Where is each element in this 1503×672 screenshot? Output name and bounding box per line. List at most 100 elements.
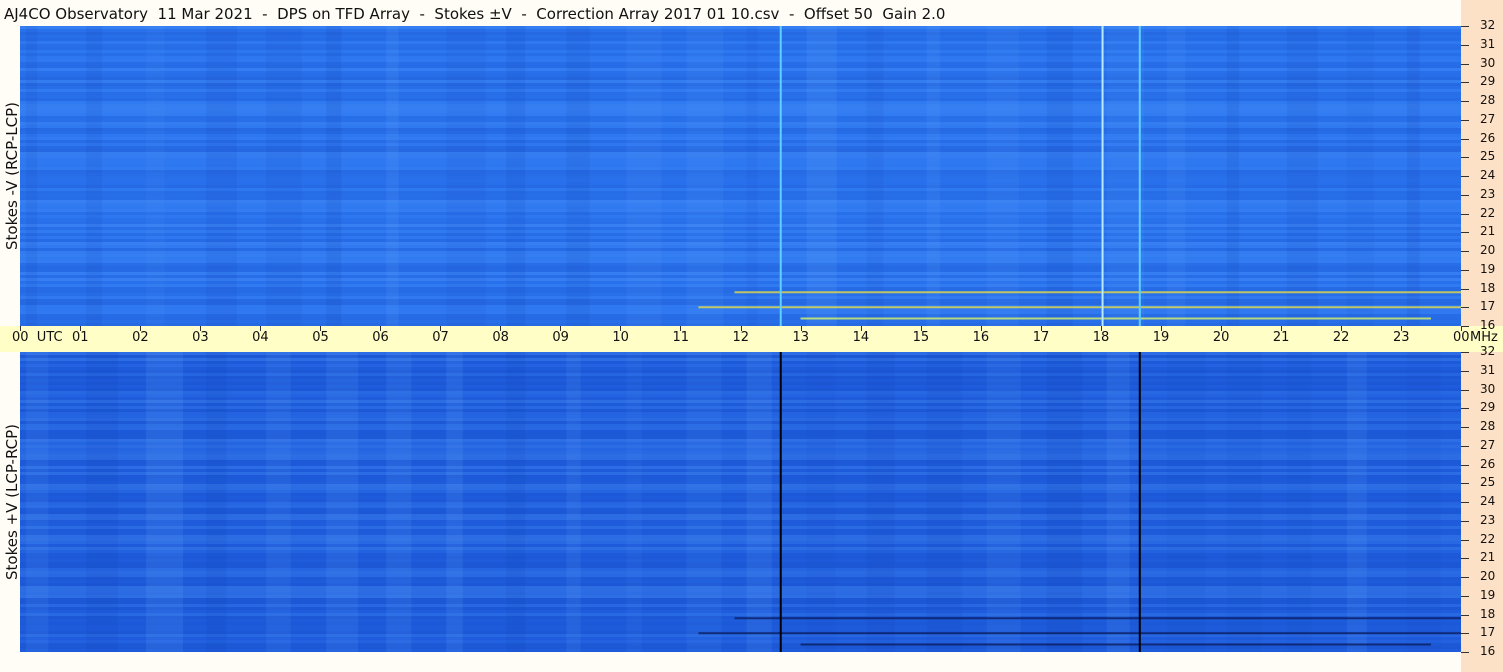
y-tick-label: 25 xyxy=(1480,475,1496,490)
y-tick-mark xyxy=(1461,427,1469,428)
y-tick-label: 21 xyxy=(1480,550,1496,565)
x-tick-label: 00 UTC xyxy=(12,330,63,345)
y-tick-mark xyxy=(1461,157,1469,159)
time-band xyxy=(506,26,526,326)
y-tick-mark xyxy=(1461,502,1469,503)
time-band xyxy=(326,26,342,326)
y-tick-mark xyxy=(1461,101,1469,102)
burst-trace xyxy=(698,306,1461,309)
time-band xyxy=(1166,26,1186,326)
x-tick-label: 10 xyxy=(612,330,629,345)
y-tick-mark xyxy=(1461,26,1469,27)
x-tick-label: 13 xyxy=(792,330,810,345)
y-tick-label: 22 xyxy=(1480,531,1496,546)
y-tick-mark xyxy=(1461,44,1469,46)
y-tick-label: 30 xyxy=(1480,381,1496,396)
time-band xyxy=(146,26,165,326)
time-band xyxy=(806,352,836,652)
time-band xyxy=(566,352,581,652)
burst-trace xyxy=(800,643,1431,646)
y-tick-mark xyxy=(1461,595,1469,597)
y-tick-label: 17 xyxy=(1480,625,1496,640)
bottom-panel-ylabel: Stokes +V (LCP-RCP) xyxy=(3,424,21,580)
bottom-spectrogram xyxy=(20,352,1461,652)
vertical-feature xyxy=(1101,26,1104,326)
y-tick-mark xyxy=(1461,326,1469,327)
time-band xyxy=(1406,26,1420,326)
time-band xyxy=(86,352,118,652)
time-band xyxy=(1226,352,1262,652)
burst-trace xyxy=(734,291,1461,294)
top-panel-ylabel: Stokes -V (RCP-LCP) xyxy=(3,102,21,250)
x-tick-label: 22 xyxy=(1332,330,1350,345)
time-band xyxy=(1406,352,1441,652)
time-band xyxy=(1106,352,1130,652)
y-tick-mark xyxy=(1461,464,1469,466)
x-tick-label: 18 xyxy=(1092,330,1110,345)
time-band xyxy=(866,26,884,326)
y-tick-label: 21 xyxy=(1480,224,1496,239)
x-tick-label: 06 xyxy=(372,330,389,345)
time-band xyxy=(386,352,412,652)
y-tick-label: 22 xyxy=(1480,205,1496,220)
time-band xyxy=(746,26,758,326)
burst-trace xyxy=(800,317,1431,320)
time-band xyxy=(326,352,359,652)
x-tick-label: 04 xyxy=(252,330,269,345)
time-band xyxy=(506,352,526,652)
y-tick-mark xyxy=(1461,138,1469,140)
time-band xyxy=(686,352,722,652)
y-tick-mark xyxy=(1461,408,1469,410)
utc-time-axis: 00 UTC 01 02 03 04 05 06 07 08 09 10 11 12 13 14 15 16 17… xyxy=(0,326,1503,352)
bottom-spectrogram-svg xyxy=(20,352,1461,652)
y-tick-mark xyxy=(1461,269,1469,271)
x-tick-label: 05 xyxy=(312,330,329,345)
vertical-feature xyxy=(1138,26,1141,326)
x-tick-label: 21 xyxy=(1272,330,1290,345)
time-band xyxy=(1346,26,1374,326)
y-tick-mark xyxy=(1461,119,1469,121)
x-tick-label: 23 xyxy=(1392,330,1410,345)
y-tick-label: 19 xyxy=(1480,261,1496,276)
time-band xyxy=(266,26,302,326)
y-tick-label: 16 xyxy=(1480,318,1496,332)
y-tick-label: 29 xyxy=(1480,74,1496,89)
y-tick-label: 19 xyxy=(1480,587,1496,602)
time-band xyxy=(146,352,183,652)
time-band xyxy=(626,26,662,326)
y-tick-label: 18 xyxy=(1480,606,1496,621)
y-tick-mark xyxy=(1461,307,1469,309)
time-band xyxy=(1046,26,1073,326)
time-band xyxy=(266,352,291,652)
x-tick-label: 02 xyxy=(132,330,149,345)
y-tick-label: 32 xyxy=(1480,344,1496,358)
time-band xyxy=(926,26,940,326)
time-band xyxy=(1346,352,1367,652)
y-tick-mark xyxy=(1461,389,1469,391)
time-band xyxy=(926,352,963,652)
top-spectrogram xyxy=(20,26,1461,326)
y-tick-mark xyxy=(1461,558,1469,560)
y-tick-mark xyxy=(1461,63,1469,65)
x-tick-label: 14 xyxy=(852,330,870,345)
freq-unit-label: MHz xyxy=(1470,330,1498,345)
y-tick-mark xyxy=(1461,370,1469,372)
x-tick-label: 08 xyxy=(492,330,509,345)
time-band xyxy=(1046,352,1083,652)
y-tick-label: 24 xyxy=(1480,494,1496,508)
top-spectrogram-svg xyxy=(20,26,1461,326)
x-tick-label: 17 xyxy=(1032,330,1050,345)
vertical-feature xyxy=(779,26,782,326)
y-tick-mark xyxy=(1461,194,1469,196)
vertical-feature xyxy=(1138,352,1141,652)
y-tick-label: 28 xyxy=(1480,419,1496,433)
y-tick-label: 28 xyxy=(1480,93,1496,107)
time-band xyxy=(86,26,103,326)
y-tick-mark xyxy=(1461,82,1469,84)
y-tick-mark xyxy=(1461,213,1469,215)
time-band xyxy=(446,352,463,652)
y-tick-mark xyxy=(1461,445,1469,447)
y-tick-label: 20 xyxy=(1480,243,1496,257)
time-band xyxy=(806,26,837,326)
time-band xyxy=(446,26,486,326)
